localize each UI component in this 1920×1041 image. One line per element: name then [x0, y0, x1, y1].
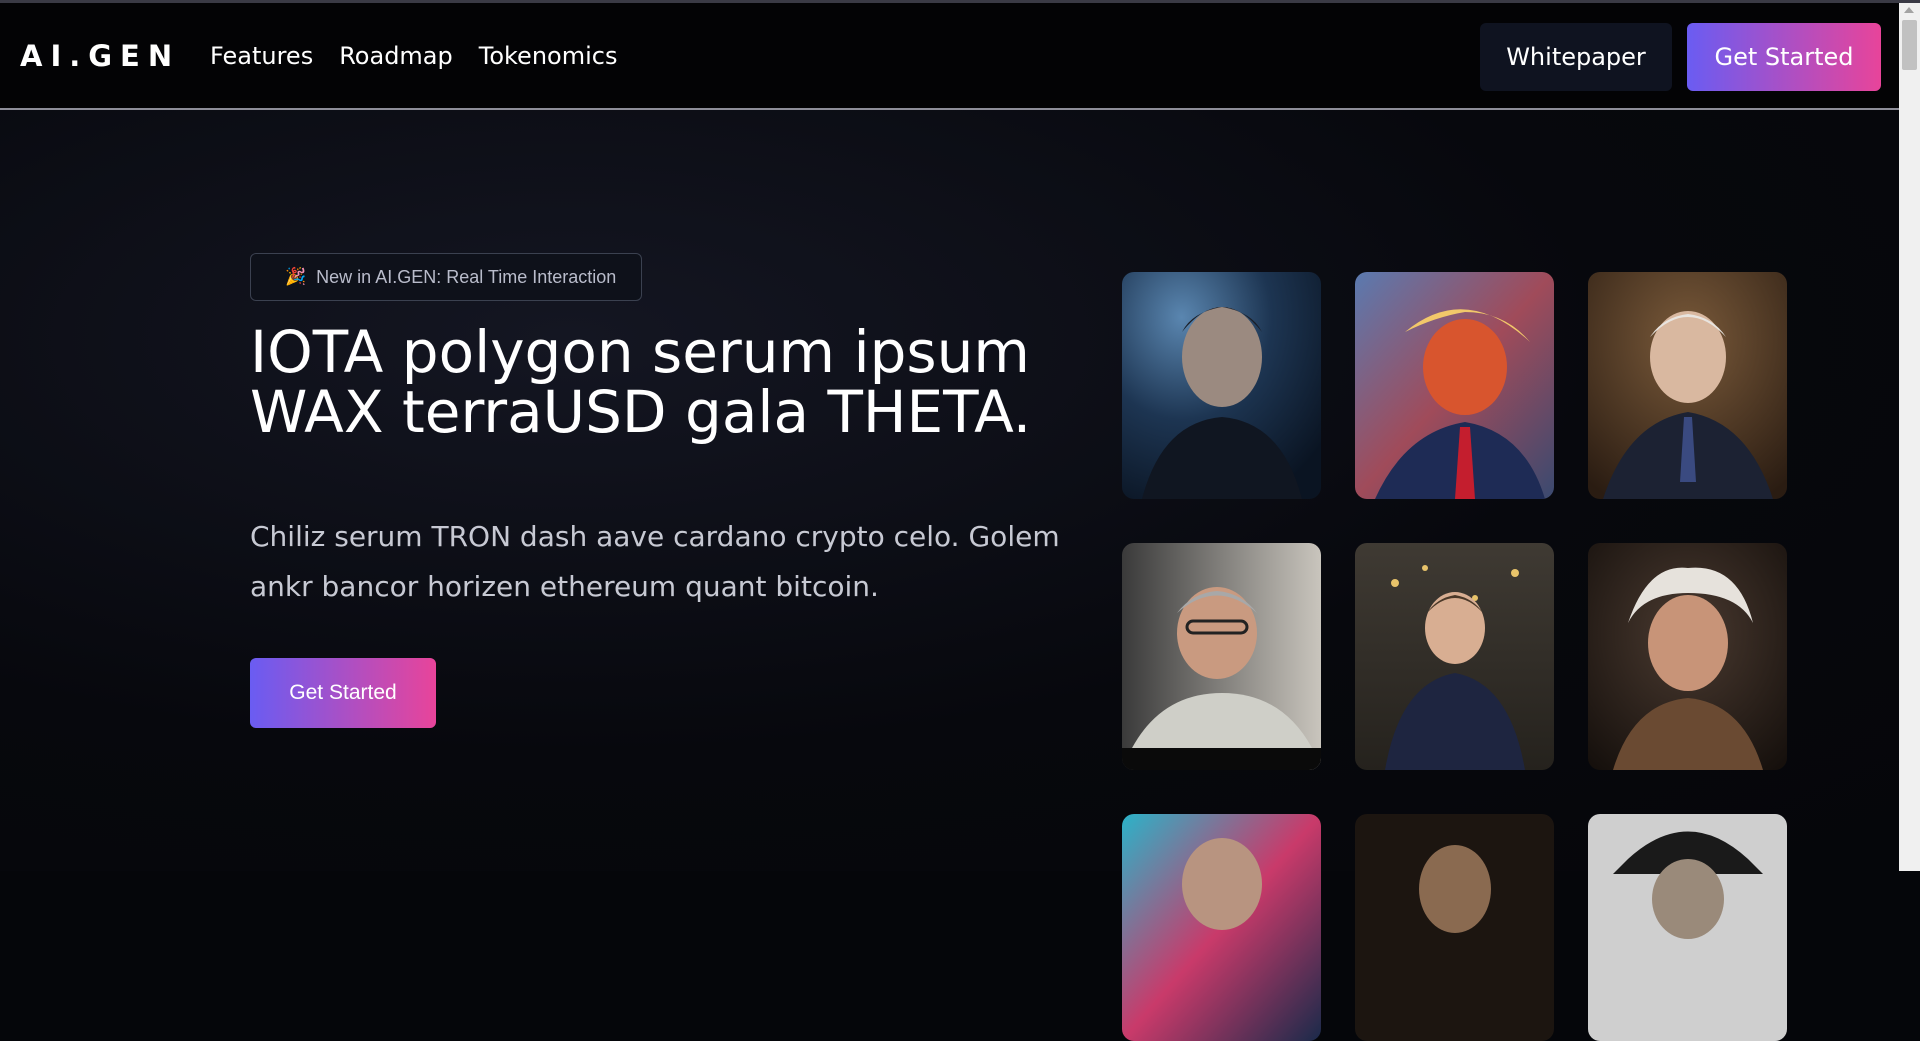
- portrait-card-9: [1588, 814, 1787, 1041]
- vertical-scrollbar[interactable]: [1899, 3, 1920, 871]
- subtext-line-1: Chiliz serum TRON dash aave cardano cryp…: [250, 520, 1060, 553]
- portrait-image: [1122, 814, 1321, 1041]
- portrait-image: [1588, 814, 1787, 1041]
- scroll-up-arrow-icon[interactable]: [1904, 7, 1914, 13]
- hero-subtext: Chiliz serum TRON dash aave cardano cryp…: [250, 512, 1080, 612]
- subtext-line-2: ankr bancor horizen ethereum quant bitco…: [250, 570, 879, 603]
- portrait-image: [1122, 543, 1321, 770]
- get-started-hero-button[interactable]: Get Started: [250, 658, 436, 728]
- portrait-image: [1122, 272, 1321, 499]
- badge-text: New in AI.GEN: Real Time Interaction: [316, 266, 617, 287]
- portrait-card-5: [1355, 543, 1554, 770]
- nav-links: Features Roadmap Tokenomics: [210, 42, 617, 70]
- party-popper-icon: 🎉: [285, 267, 307, 286]
- whitepaper-button[interactable]: Whitepaper: [1480, 23, 1672, 91]
- navbar: AI.GEN Features Roadmap Tokenomics White…: [0, 3, 1899, 110]
- announcement-badge[interactable]: 🎉 New in AI.GEN: Real Time Interaction: [250, 253, 642, 301]
- nav-link-features[interactable]: Features: [210, 42, 313, 70]
- headline-line-2: WAX terraUSD gala THETA.: [250, 378, 1032, 446]
- headline-line-1: IOTA polygon serum ipsum: [250, 318, 1030, 386]
- portrait-card-6: [1588, 543, 1787, 770]
- brand-logo[interactable]: AI.GEN: [20, 39, 180, 73]
- nav-link-tokenomics[interactable]: Tokenomics: [479, 42, 618, 70]
- portrait-image: [1355, 814, 1554, 1041]
- portrait-card-7: [1122, 814, 1321, 1041]
- portrait-card-2: [1355, 272, 1554, 499]
- portrait-card-4: [1122, 543, 1321, 770]
- get-started-nav-button[interactable]: Get Started: [1687, 23, 1881, 91]
- portrait-image: [1588, 272, 1787, 499]
- scrollbar-thumb[interactable]: [1902, 20, 1917, 70]
- hero-headline: IOTA polygon serum ipsum WAX terraUSD ga…: [250, 322, 1070, 442]
- nav-link-roadmap[interactable]: Roadmap: [339, 42, 453, 70]
- portrait-image: [1355, 543, 1554, 770]
- portrait-card-8: [1355, 814, 1554, 1041]
- portrait-card-1: [1122, 272, 1321, 499]
- portrait-image: [1355, 272, 1554, 499]
- portrait-image: [1588, 543, 1787, 770]
- portrait-card-3: [1588, 272, 1787, 499]
